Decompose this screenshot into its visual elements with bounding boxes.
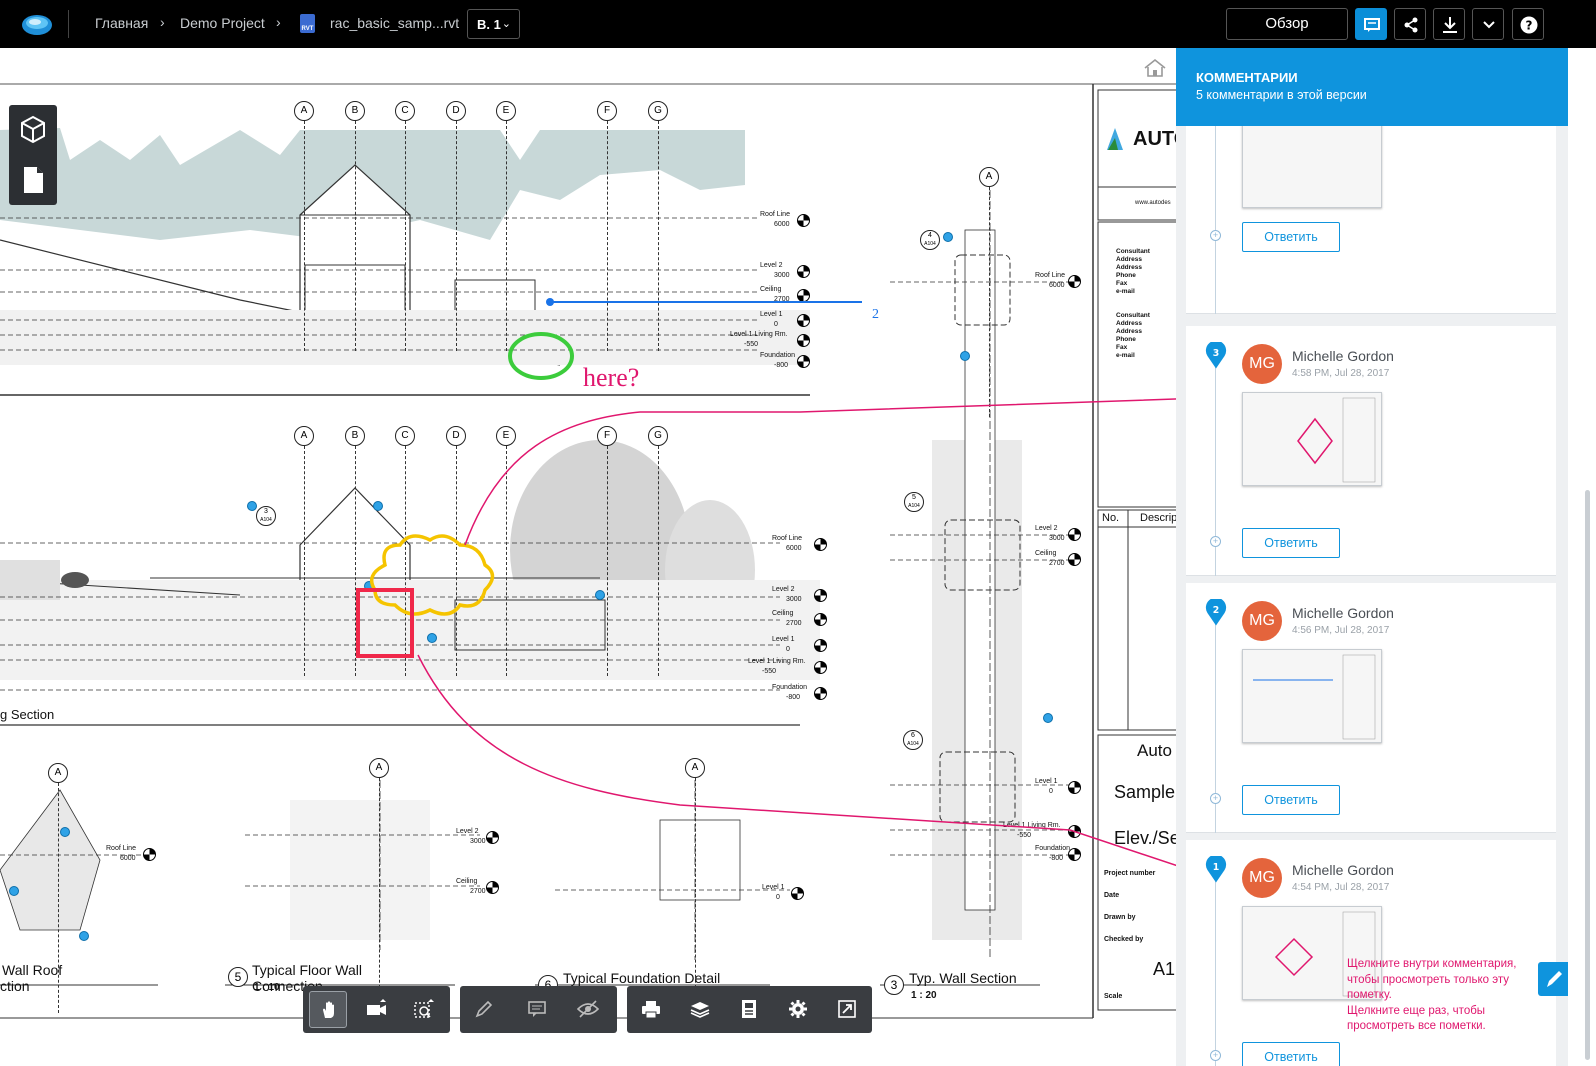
a360-logo-icon[interactable] <box>20 10 54 38</box>
comment-pin-icon: 2 <box>1205 599 1227 626</box>
scrollbar-track[interactable] <box>1568 48 1596 1066</box>
comment-card[interactable]: 3 MG Michelle Gordon 4:58 PM, Jul 28, 20… <box>1186 326 1556 576</box>
breadcrumb-home[interactable]: Главная <box>95 15 148 31</box>
more-menu-button[interactable] <box>1472 8 1504 40</box>
overview-button[interactable]: Обзор <box>1226 8 1348 40</box>
sheet-icon <box>24 167 43 193</box>
comment-thumbnail[interactable] <box>1242 114 1382 208</box>
pan-button[interactable] <box>309 991 347 1028</box>
print-button[interactable] <box>632 991 670 1028</box>
avatar: MG <box>1242 601 1282 641</box>
layers-button[interactable] <box>681 991 719 1028</box>
breadcrumb-project[interactable]: Demo Project <box>180 15 265 31</box>
markup-toolbar <box>460 986 617 1033</box>
version-value: В. 1 <box>477 17 501 32</box>
thumbnail-sheet <box>1253 654 1376 740</box>
sheet-view-button[interactable] <box>9 155 57 205</box>
svg-text:1: 1 <box>1213 862 1220 873</box>
properties-button[interactable] <box>730 991 768 1028</box>
share-icon <box>1404 17 1418 33</box>
cube-3d-icon <box>21 115 45 144</box>
properties-icon <box>742 1000 756 1018</box>
settings-icon <box>789 1000 807 1018</box>
comment-author: Michelle Gordon <box>1292 862 1394 878</box>
camera-button[interactable] <box>357 991 395 1028</box>
expand-icon[interactable]: + <box>1210 793 1221 804</box>
divider <box>68 10 69 38</box>
chevron-down-icon: ⌄ <box>501 18 511 30</box>
comment-pin-icon: 3 <box>1205 342 1227 369</box>
settings-button[interactable] <box>779 991 817 1028</box>
hint-line-2: Щелкните еще раз, чтобы просмотреть все … <box>1347 1004 1486 1033</box>
avatar: MG <box>1242 344 1282 384</box>
comment-card[interactable]: 2 MG Michelle Gordon 4:56 PM, Jul 28, 20… <box>1186 583 1556 833</box>
hint-line-1: Щелкните внутри комментария, чтобы просм… <box>1347 958 1517 1001</box>
feedback-tab[interactable] <box>1538 962 1570 996</box>
pan-hand-icon <box>323 1001 334 1018</box>
comments-panel: + Ответить 3 MG Michelle Gordon 4:58 PM,… <box>1176 48 1568 1066</box>
expand-icon[interactable]: + <box>1210 230 1221 241</box>
svg-text:2: 2 <box>1213 605 1220 616</box>
panel-subtitle: 5 комментарии в этой версии <box>1196 88 1367 102</box>
comment-thumbnail[interactable] <box>1242 649 1382 743</box>
zoom-window-button[interactable] <box>405 991 443 1028</box>
view-toolbar <box>627 986 872 1033</box>
markup-pen-icon <box>475 1000 493 1018</box>
camera-icon <box>367 999 386 1015</box>
download-icon <box>1443 17 1457 33</box>
reply-button[interactable]: Ответить <box>1242 222 1340 252</box>
help-icon: ? <box>1520 16 1538 34</box>
reply-button[interactable]: Ответить <box>1242 1042 1340 1066</box>
fullscreen-icon <box>838 1000 856 1018</box>
download-button[interactable] <box>1433 8 1465 40</box>
panel-title: КОММЕНТАРИИ <box>1196 70 1298 85</box>
comment-timestamp: 4:56 PM, Jul 28, 2017 <box>1292 625 1390 636</box>
zoom-window-icon <box>414 999 434 1018</box>
chevron-right-icon: › <box>160 14 165 30</box>
comment-thumbnail[interactable] <box>1242 392 1382 486</box>
svg-text:3: 3 <box>1213 348 1220 359</box>
avatar: MG <box>1242 858 1282 898</box>
markup-pen-button[interactable] <box>465 991 503 1028</box>
expand-icon[interactable]: + <box>1210 1050 1221 1061</box>
reply-button[interactable]: Ответить <box>1242 785 1340 815</box>
comments-header: КОММЕНТАРИИ 5 комментарии в этой версии <box>1176 48 1568 126</box>
home-icon[interactable] <box>1143 58 1167 78</box>
breadcrumb-file[interactable]: rac_basic_samp...rvt <box>330 15 459 31</box>
comment-pin-icon: 1 <box>1205 856 1227 883</box>
share-button[interactable] <box>1394 8 1426 40</box>
chevron-down-icon <box>1483 21 1495 29</box>
comment-icon <box>1364 18 1380 32</box>
comments-toggle-button[interactable] <box>1355 8 1387 40</box>
markup-diamond-icon <box>1297 397 1376 483</box>
fullscreen-button[interactable] <box>828 991 866 1028</box>
expand-icon[interactable]: + <box>1210 536 1221 547</box>
version-select[interactable]: В. 1 ⌄ <box>467 9 520 39</box>
pencil-icon <box>1547 971 1562 987</box>
comment-button[interactable] <box>518 991 556 1028</box>
comment-author: Michelle Gordon <box>1292 605 1394 621</box>
svg-text:?: ? <box>1526 19 1533 33</box>
rvt-file-icon: RVT <box>300 14 315 33</box>
comment-timestamp: 4:54 PM, Jul 28, 2017 <box>1292 882 1390 893</box>
navigation-toolbar <box>303 986 450 1033</box>
timeline-line <box>1215 880 1216 1066</box>
comment-bubble-icon <box>528 1001 546 1017</box>
hide-markups-button[interactable] <box>568 991 606 1028</box>
chevron-right-icon: › <box>276 14 281 30</box>
reply-button[interactable]: Ответить <box>1242 528 1340 558</box>
top-bar: Главная › Demo Project › RVT rac_basic_s… <box>0 0 1596 48</box>
hide-markup-icon <box>577 1000 599 1018</box>
left-toolbar <box>9 105 57 205</box>
3d-view-button[interactable] <box>9 105 57 155</box>
timeline-line <box>1215 126 1216 314</box>
comment-author: Michelle Gordon <box>1292 348 1394 364</box>
layers-icon <box>690 1002 710 1018</box>
print-icon <box>642 1001 660 1019</box>
comment-card[interactable]: + Ответить <box>1186 114 1556 314</box>
comment-timestamp: 4:58 PM, Jul 28, 2017 <box>1292 368 1390 379</box>
scrollbar-thumb[interactable] <box>1585 490 1590 1060</box>
comment-hint: Щелкните внутри комментария, чтобы просм… <box>1347 957 1537 1035</box>
help-button[interactable]: ? <box>1512 8 1544 40</box>
